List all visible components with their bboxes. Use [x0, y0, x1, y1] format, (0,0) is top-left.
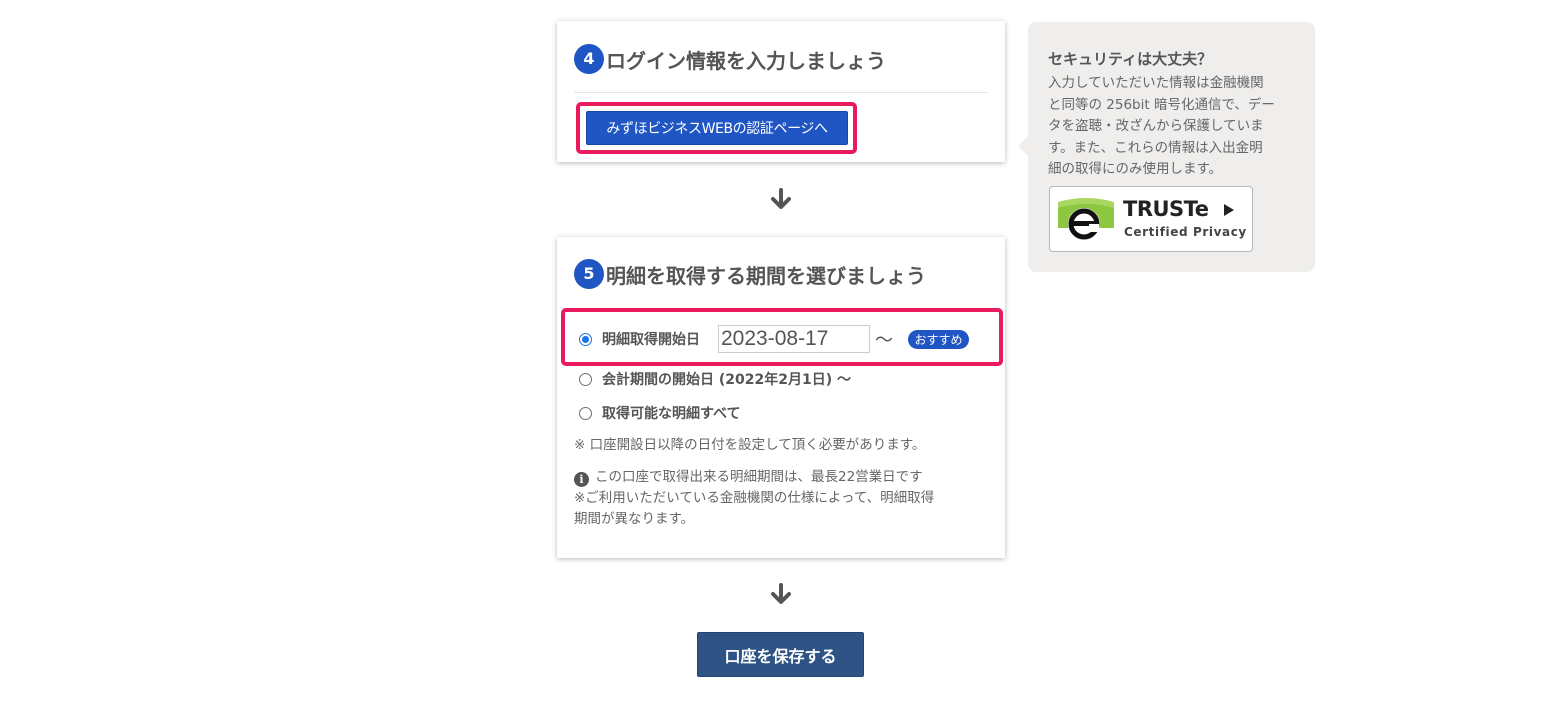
save-account-button[interactable]: 口座を保存する [697, 632, 864, 677]
auth-page-button[interactable]: みずほビジネスWEBの認証ページへ [586, 111, 848, 145]
tilde-text: ～ [875, 330, 893, 351]
option-start-date[interactable]: 明細取得開始日 [579, 329, 700, 349]
truste-badge[interactable]: TRUSTe Certified Privacy [1049, 186, 1253, 252]
play-icon [1224, 204, 1234, 216]
date-note: ※ 口座開設日以降の日付を設定して頂く必要があります。 [574, 437, 926, 453]
info-icon: i [574, 472, 589, 487]
info-line-3: 期間が異なります。 [574, 511, 695, 527]
radio-start-date[interactable] [579, 332, 592, 346]
radio-all-statements[interactable] [579, 406, 592, 420]
security-body-line: と同等の 256bit 暗号化通信で、デー [1048, 96, 1275, 113]
security-title: セキュリティは大丈夫？ [1048, 50, 1213, 68]
security-body: 入力していただいた情報は金融機関 と同等の 256bit 暗号化通信で、デー タ… [1048, 73, 1296, 181]
step5-title: 5 明細を取得する期間を選びましょう [574, 258, 926, 290]
info-line-1: i この口座で取得出来る明細期間は、最長22営業日です [574, 467, 934, 488]
truste-logo-icon [1058, 198, 1114, 240]
arrow-down-icon [771, 583, 791, 604]
start-date-input[interactable] [718, 325, 870, 353]
option-fiscal-start[interactable]: 会計期間の開始日 (2022年2月1日) ～ [579, 369, 851, 389]
option-all-statements-label: 取得可能な明細すべて [602, 406, 741, 422]
security-body-line: タを盗聴・改ざんから保護していま [1048, 118, 1264, 134]
radio-fiscal-start[interactable] [579, 372, 592, 386]
step4-title: 4 ログイン情報を入力しましょう [574, 43, 886, 75]
security-body-line: 細の取得にのみ使用します。 [1048, 161, 1223, 177]
truste-name: TRUSTe [1123, 197, 1209, 221]
recommended-badge: おすすめ [908, 330, 969, 349]
step5-card: 5 明細を取得する期間を選びましょう 明細取得開始日 ～ おすすめ 会計期間の開… [557, 237, 1005, 558]
step5-title-text: 明細を取得する期間を選びましょう [606, 263, 926, 288]
step4-card: 4 ログイン情報を入力しましょう みずほビジネスWEBの認証ページへ [557, 21, 1005, 162]
step4-divider [574, 92, 988, 93]
info-line-2: ※ご利用いただいている金融機関の仕様によって、明細取得 [574, 490, 935, 506]
step4-number-badge: 4 [574, 44, 604, 74]
arrow-down-icon [771, 188, 791, 209]
step4-title-text: ログイン情報を入力しましょう [606, 48, 886, 73]
security-body-line: す。また、これらの情報は入出金明 [1048, 139, 1263, 156]
option-all-statements[interactable]: 取得可能な明細すべて [579, 403, 740, 423]
info-block: i この口座で取得出来る明細期間は、最長22営業日です ※ご利用いただいている金融… [574, 467, 934, 530]
info-line-1-text: この口座で取得出来る明細期間は、最長22営業日です [595, 469, 923, 485]
step5-number-badge: 5 [574, 259, 604, 289]
truste-subtitle: Certified Privacy [1124, 225, 1247, 239]
page: 4 ログイン情報を入力しましょう みずほビジネスWEBの認証ページへ 5 明細を… [0, 0, 1562, 706]
security-panel: セキュリティは大丈夫？ 入力していただいた情報は金融機関 と同等の 256bit… [1018, 22, 1315, 272]
option-fiscal-start-label: 会計期間の開始日 (2022年2月1日) ～ [602, 372, 851, 388]
security-body-line: 入力していただいた情報は金融機関 [1048, 75, 1264, 91]
option-start-date-label: 明細取得開始日 [602, 332, 700, 348]
